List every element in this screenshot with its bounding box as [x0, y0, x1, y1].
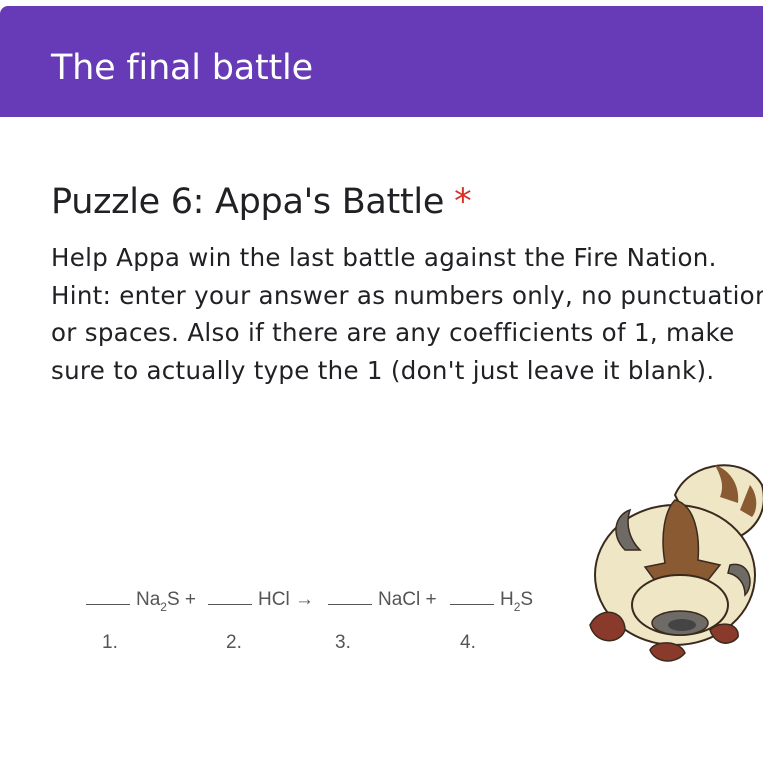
chemical-equation: Na2S + HCl → NaCl + H2S 1. 2. 3. 4.	[80, 588, 560, 668]
blank-3	[328, 588, 372, 605]
blank-number-1: 1.	[102, 632, 118, 653]
equation-term-1: Na2S +	[86, 588, 196, 614]
question-title-text: Puzzle 6: Appa's Battle	[51, 182, 445, 222]
form-title: The final battle	[51, 48, 313, 88]
blank-number-2: 2.	[226, 632, 242, 653]
form-header: The final battle	[0, 6, 763, 117]
description-line: or spaces. Also if there are any coeffic…	[51, 318, 735, 347]
appa-bison-illustration	[589, 464, 763, 662]
equation-term-3: NaCl +	[328, 588, 437, 612]
description-line: Hint: enter your answer as numbers only,…	[51, 280, 763, 310]
blank-4	[450, 588, 494, 605]
equation-term-4: H2S	[450, 588, 533, 614]
description-line: sure to actually type the 1 (don't just …	[51, 355, 715, 385]
description-line: Help Appa win the last battle against th…	[51, 243, 717, 272]
equation-term-2: HCl →	[208, 588, 314, 612]
blank-2	[208, 588, 252, 605]
required-marker: *	[454, 182, 472, 222]
blank-1	[86, 588, 130, 605]
question-description: Help Appa win the last battle against th…	[51, 239, 763, 389]
question-title: Puzzle 6: Appa's Battle *	[51, 180, 472, 224]
blank-number-3: 3.	[335, 632, 351, 653]
blank-number-4: 4.	[460, 632, 476, 653]
